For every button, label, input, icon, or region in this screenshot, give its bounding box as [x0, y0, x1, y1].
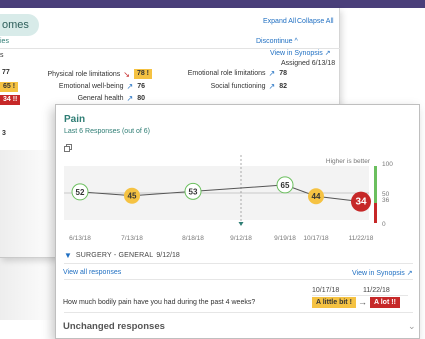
card-title: Pain — [64, 114, 86, 125]
data-label: 34 — [355, 197, 367, 208]
discontinue-link[interactable]: Discontinue ^ — [256, 38, 298, 45]
expand-all-link[interactable]: Expand All — [263, 18, 296, 25]
unchanged-responses-heading[interactable]: Unchanged responses — [63, 321, 165, 332]
trend-up-icon: ↗ — [126, 94, 134, 103]
collapse-all-link[interactable]: Collapse All — [297, 18, 334, 25]
better-scale-good — [374, 166, 377, 203]
partial-label: s — [0, 52, 4, 59]
left-value-bottom: 3 — [2, 130, 6, 137]
filter-icon: ▼ — [64, 251, 72, 260]
view-in-synopsis-link[interactable]: View in Synopsis ↗ — [352, 269, 413, 277]
divider — [64, 312, 413, 313]
panel-shadow — [0, 150, 60, 320]
current-answer: A lot !! — [370, 297, 400, 308]
filter-label: SURGERY - GENERAL — [75, 252, 154, 259]
metric-physical-role-limitations: Physical role limitations ↘ 78 ! — [47, 69, 152, 79]
card-subtitle: Last 6 Responses (out of 6) — [64, 128, 150, 135]
chevron-up-icon: ^ — [294, 38, 298, 45]
trend-up-icon: ↗ — [268, 82, 276, 91]
assigned-date: Assigned 6/13/18 — [281, 60, 336, 67]
chevron-down-icon[interactable]: ⌄ — [408, 321, 416, 332]
data-label: 65 — [281, 181, 290, 190]
x-tick-label: 11/22/18 — [349, 235, 374, 242]
left-value-34: 34 !! — [0, 95, 21, 105]
trend-up-icon: ↗ — [268, 69, 276, 78]
view-in-synopsis-link[interactable]: View in Synopsis ↗ — [270, 49, 331, 57]
data-label: 45 — [128, 192, 137, 201]
y-tick-label: 36 — [382, 197, 390, 204]
x-tick-label: 7/13/18 — [121, 235, 143, 242]
partial-section-label: ies — [0, 38, 9, 45]
filter-icon — [238, 222, 244, 226]
divider — [64, 263, 413, 264]
question-text: How much bodily pain have you had during… — [63, 299, 256, 306]
x-tick-label: 9/12/18 — [230, 235, 252, 242]
better-scale-bad — [374, 203, 377, 223]
metric-general-health: General health ↗ 80 — [77, 94, 145, 103]
y-tick-label: 0 — [382, 221, 386, 228]
metric-emotional-well-being: Emotional well-being ↗ 76 — [58, 82, 145, 91]
pain-detail-card: Pain Last 6 Responses (out of 6) Higher … — [55, 104, 420, 339]
filter-date: 9/12/18 — [156, 252, 180, 259]
data-label: 44 — [312, 192, 321, 201]
episode-filter[interactable]: ▼ SURGERY - GENERAL 9/12/18 — [64, 251, 180, 260]
outcomes-tab[interactable]: omes — [0, 14, 39, 36]
metric-emotional-role-limitations: Emotional role limitations ↗ 78 — [187, 69, 287, 78]
data-label: 53 — [189, 187, 198, 196]
view-all-responses-link[interactable]: View all responses — [63, 269, 121, 276]
divider — [312, 295, 408, 296]
x-tick-label: 6/13/18 — [69, 235, 91, 242]
better-label: Higher is better — [326, 158, 371, 165]
external-link-icon: ↗ — [406, 270, 413, 277]
x-tick-label: 9/19/18 — [274, 235, 296, 242]
y-tick-label: 100 — [382, 161, 393, 168]
external-link-icon: ↗ — [324, 50, 331, 57]
left-value-77: 77 — [2, 69, 10, 76]
divider — [64, 279, 413, 280]
chart-svg: Higher is better 1005036052 45 536544 346/13… — [64, 155, 393, 242]
previous-answer: A little bit ! — [312, 297, 356, 308]
app-header-bar — [0, 0, 425, 8]
trend-down-icon: ↘ — [123, 69, 130, 79]
trend-up-icon: ↗ — [126, 82, 134, 91]
arrow-right-icon: → — [358, 297, 367, 307]
x-tick-label: 8/18/18 — [182, 235, 204, 242]
left-value-65: 65 ! — [0, 82, 19, 92]
previous-date: 10/17/18 — [312, 287, 340, 294]
metric-social-functioning: Social functioning ↗ 82 — [210, 82, 287, 91]
current-date: 11/22/18 — [363, 287, 390, 294]
x-tick-label: 10/17/18 — [303, 235, 329, 242]
data-label: 52 — [76, 188, 85, 197]
